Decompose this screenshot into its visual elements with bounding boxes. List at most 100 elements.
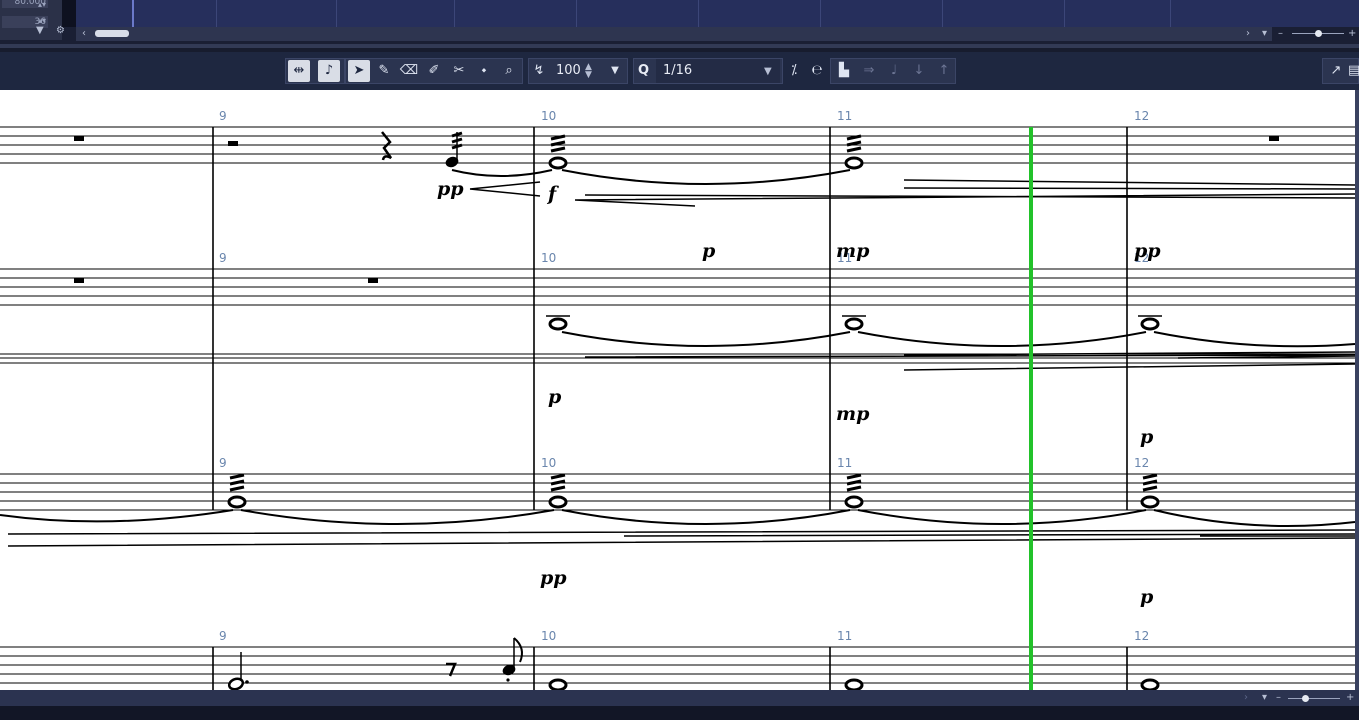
half-rest [74,278,84,283]
scroll-right-icon[interactable]: › [1246,27,1250,41]
move-insert-icon[interactable]: ⇒ [858,60,880,82]
measure-number: 10 [541,251,556,265]
dynamic-marking[interactable]: mp [836,403,870,425]
draw-icon[interactable]: ✐ [423,60,445,82]
measure-number: 9 [219,629,227,643]
measure-number: 11 [837,629,852,643]
stepper-icon[interactable]: ▴▾ [38,0,46,9]
tie [561,169,851,185]
tie [451,169,553,177]
barlines [212,127,1128,690]
tie [0,509,234,523]
zoom-slider-handle[interactable] [1302,695,1309,702]
dynamic-marking[interactable]: pp [540,567,567,589]
iterative-quantize-icon[interactable]: ℮ [806,60,828,82]
extension-line [584,351,1355,371]
tie [857,331,1147,347]
layout-icon[interactable]: ▤ [1348,60,1359,82]
zoom-slider-handle[interactable] [1315,30,1322,37]
quantize-label: Q [638,63,650,78]
tie [240,509,555,525]
zoom-out-icon[interactable]: – [1276,691,1281,705]
tie [561,509,851,525]
dynamic-marking[interactable]: pp [1134,240,1161,262]
quantize-presets-icon[interactable]: ⁒ [783,60,805,82]
velocity-value[interactable]: 100 [556,63,581,78]
staff-1 [0,126,1355,164]
whole-note [1140,678,1160,690]
measure-number: 9 [219,456,227,470]
object-selection-icon[interactable]: ➤ [348,60,370,82]
quantize-value[interactable]: 1/16 [663,63,692,78]
chevron-down-icon[interactable]: ▼ [36,24,44,38]
whole-note [548,317,568,331]
measure-number: 11 [837,109,852,123]
extension-line [7,529,1355,547]
staff-4 [0,646,1355,684]
whole-note [844,317,864,331]
zoom-in-icon[interactable]: + [1346,691,1354,705]
acoustic-feedback-icon[interactable]: ♪ [318,60,340,82]
glue-icon[interactable]: ⬩ [473,60,495,82]
playhead-cursor[interactable] [1029,127,1033,690]
open-in-window-icon[interactable]: ↗ [1325,60,1347,82]
split-scissors-icon[interactable]: ✂ [448,60,470,82]
auto-scroll-icon[interactable]: ⇹ [288,60,310,82]
note-off-icon[interactable]: ↑ [933,60,955,82]
scrollbar-thumb[interactable] [95,30,129,37]
staff-4-notes[interactable] [227,637,1160,690]
score-editor-canvas[interactable]: 9 10 11 12 9 10 11 12 9 10 11 12 9 10 11… [0,90,1355,690]
measure-number: 9 [219,109,227,123]
window-bottom-edge [0,706,1359,720]
zoom-in-icon[interactable]: + [1348,27,1356,41]
dotted-half-note [227,677,245,690]
whole-note [548,495,568,509]
staff-2-notes[interactable] [74,278,1355,371]
half-rest [74,136,84,141]
half-rest [1269,136,1279,141]
whole-note [548,678,568,690]
measure-number: 9 [219,251,227,265]
tie [857,509,1147,525]
zoom-out-icon[interactable]: – [1278,27,1283,41]
tie [1153,331,1355,348]
bottom-status-bar [0,690,1359,706]
step-input-icon[interactable]: ▙ [833,60,855,82]
pencil-icon[interactable]: ✎ [373,60,395,82]
pitch-icon[interactable]: ♩ [883,60,905,82]
measure-number: 10 [541,629,556,643]
zoom-magnifier-icon[interactable]: ⌕ [498,60,520,82]
velocity-dropdown-icon[interactable]: ▼ [604,60,626,82]
dynamic-marking[interactable]: p [702,240,716,262]
dynamic-marking[interactable]: p [1140,586,1154,608]
eraser-icon[interactable]: ⌫ [398,60,420,82]
whole-note [1140,495,1160,509]
measure-number: 10 [541,109,556,123]
crescendo-hairpin [469,181,541,197]
staff-2 [0,268,1355,306]
zoom-control[interactable]: › ▾ – + [1244,690,1359,706]
dynamic-marking[interactable]: mp [836,240,870,262]
whole-note [844,495,864,509]
staff-1-notes[interactable] [74,131,1355,207]
scroll-left-icon[interactable]: ‹ [82,27,86,41]
velocity-stepper-icon[interactable]: ▲ ▼ [585,63,592,80]
chevron-down-icon[interactable]: ▼ [764,65,772,79]
dynamic-marking[interactable]: f [546,183,559,205]
measure-number: 12 [1134,109,1149,123]
track-value-panel: 80.000 ▴▾ 36 ▴▾ ▼ ⚙ [0,0,65,40]
zoom-control[interactable]: ▾ – + [1262,27,1359,41]
dynamic-marking[interactable]: pp [437,178,464,200]
note-on-icon[interactable]: ↓ [908,60,930,82]
measure-numbers: 9 10 11 12 9 10 11 12 9 10 11 12 9 10 11… [219,109,1149,643]
measure-number: 12 [1134,629,1149,643]
dynamic-marking[interactable]: p [1140,426,1154,448]
dropdown-icon[interactable]: ▾ [1262,691,1267,705]
dropdown-icon[interactable]: ▾ [1262,27,1267,41]
whole-note [227,495,247,509]
dynamic-marking[interactable]: p [548,386,562,408]
scroll-right-icon[interactable]: › [1244,691,1248,705]
horizontal-scrollbar[interactable]: ‹ › [76,27,1272,41]
vertical-scrollbar[interactable] [1355,90,1359,690]
timeline-area[interactable] [76,0,1359,27]
